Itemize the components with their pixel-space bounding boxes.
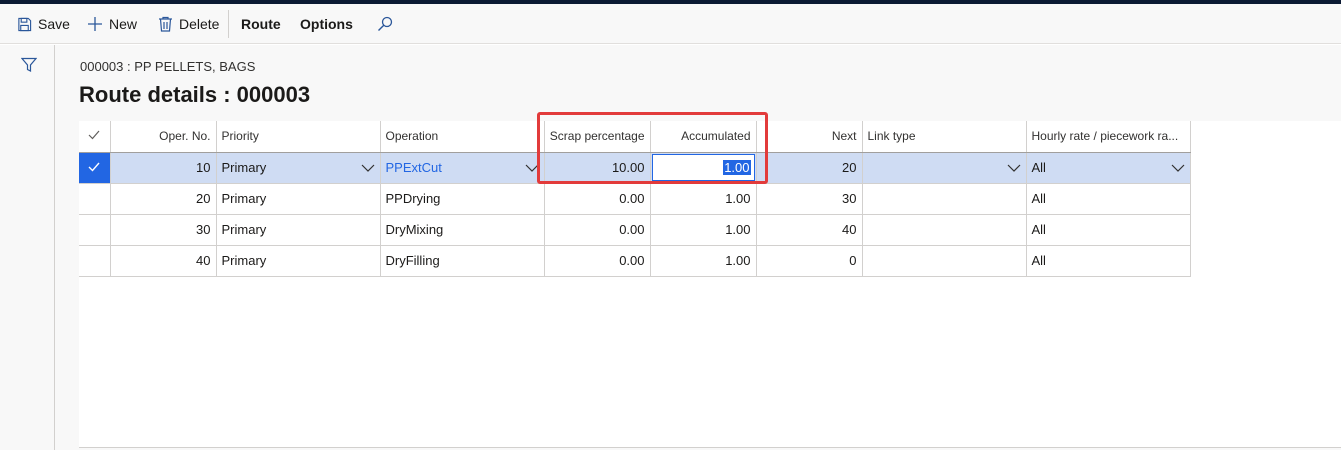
filter-icon[interactable]	[21, 57, 37, 73]
hourly-rate-cell[interactable]: All	[1026, 152, 1191, 184]
next-cell[interactable]: 30	[756, 183, 863, 215]
scrap-percentage-cell[interactable]: 0.00	[544, 214, 651, 246]
oper-no-cell[interactable]: 10	[110, 152, 217, 184]
record-caption: 000003 : PP PELLETS, BAGS	[80, 59, 256, 74]
save-button[interactable]: Save	[17, 4, 70, 44]
accumulated-cell[interactable]: 1.00	[650, 245, 757, 277]
operation-cell[interactable]: PPExtCut	[380, 152, 545, 184]
chevron-down-icon[interactable]	[1171, 164, 1185, 172]
options-tab[interactable]: Options	[300, 4, 353, 44]
plus-icon	[88, 17, 102, 31]
scrap-percentage-cell[interactable]: 0.00	[544, 183, 651, 215]
column-header-operation[interactable]: Operation	[380, 121, 545, 153]
next-cell[interactable]: 0	[756, 245, 863, 277]
save-icon	[18, 17, 32, 31]
save-label: Save	[38, 16, 70, 32]
next-cell[interactable]: 20	[756, 152, 863, 184]
operation-link[interactable]: PPExtCut	[386, 160, 442, 175]
main-content: 000003 : PP PELLETS, BAGS Route details …	[55, 45, 1341, 450]
oper-no-cell[interactable]: 30	[110, 214, 217, 246]
column-header-oper-no[interactable]: Oper. No.	[110, 121, 217, 153]
column-header-hourly-rate[interactable]: Hourly rate / piecework ra...	[1026, 121, 1191, 153]
annotation-highlight-box	[537, 112, 768, 184]
hourly-rate-cell[interactable]: All	[1026, 245, 1191, 277]
trash-icon	[159, 16, 172, 32]
priority-cell[interactable]: Primary	[216, 183, 381, 215]
hourly-rate-value: All	[1031, 160, 1046, 175]
row-select-checkbox[interactable]	[79, 245, 111, 277]
chevron-down-icon[interactable]	[1007, 164, 1021, 172]
accumulated-cell[interactable]: 1.00	[650, 214, 757, 246]
priority-value: Primary	[221, 160, 267, 175]
operation-cell[interactable]: DryMixing	[380, 214, 545, 246]
scrap-percentage-cell[interactable]: 0.00	[544, 245, 651, 277]
new-label: New	[109, 16, 138, 32]
link-type-cell[interactable]	[862, 183, 1027, 215]
row-select-checkbox[interactable]	[79, 152, 111, 184]
checkmark-icon	[88, 162, 100, 172]
search-icon	[378, 16, 393, 31]
route-tab[interactable]: Route	[241, 4, 281, 44]
delete-label: Delete	[179, 16, 220, 32]
hourly-rate-cell[interactable]: All	[1026, 214, 1191, 246]
action-pane: Save New Delete Route Options	[0, 4, 1341, 44]
row-select-checkbox[interactable]	[79, 183, 111, 215]
operation-cell[interactable]: PPDrying	[380, 183, 545, 215]
row-select-checkbox[interactable]	[79, 214, 111, 246]
table-row[interactable]: 40 Primary DryFilling 0.00 1.00 0 All	[79, 245, 1191, 277]
oper-no-cell[interactable]: 40	[110, 245, 217, 277]
link-type-cell[interactable]	[862, 214, 1027, 246]
accumulated-cell[interactable]: 1.00	[650, 183, 757, 215]
left-nav-pane	[0, 45, 55, 450]
delete-button[interactable]: Delete	[158, 4, 219, 44]
column-header-link-type[interactable]: Link type	[862, 121, 1027, 153]
next-cell[interactable]: 40	[756, 214, 863, 246]
link-type-cell[interactable]	[862, 152, 1027, 184]
checkmark-icon	[88, 130, 100, 140]
priority-cell[interactable]: Primary	[216, 245, 381, 277]
select-all-checkbox[interactable]	[79, 121, 111, 153]
chevron-down-icon[interactable]	[361, 164, 375, 172]
column-header-next[interactable]: Next	[756, 121, 863, 153]
table-row[interactable]: 20 Primary PPDrying 0.00 1.00 30 All	[79, 183, 1191, 215]
priority-cell[interactable]: Primary	[216, 152, 381, 184]
link-type-cell[interactable]	[862, 245, 1027, 277]
table-row[interactable]: 30 Primary DryMixing 0.00 1.00 40 All	[79, 214, 1191, 246]
toolbar-divider	[228, 10, 229, 38]
priority-cell[interactable]: Primary	[216, 214, 381, 246]
search-button[interactable]	[377, 4, 399, 44]
column-header-priority[interactable]: Priority	[216, 121, 381, 153]
page-title: Route details : 000003	[79, 82, 311, 107]
new-button[interactable]: New	[87, 4, 137, 44]
oper-no-cell[interactable]: 20	[110, 183, 217, 215]
hourly-rate-cell[interactable]: All	[1026, 183, 1191, 215]
operation-cell[interactable]: DryFilling	[380, 245, 545, 277]
